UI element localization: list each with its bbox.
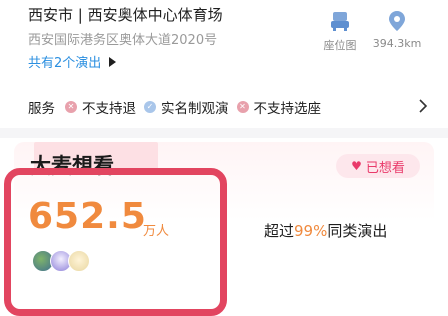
compare-percent: 99%	[294, 222, 328, 240]
want-badge-label: 已想看	[365, 160, 405, 176]
heart-icon: ♥	[351, 159, 362, 173]
x-circle-icon: ✕	[236, 101, 249, 113]
shows-link-label: 共有2个演出	[28, 56, 102, 71]
highlight-box	[4, 168, 227, 316]
location-button[interactable]: 394.3km	[370, 10, 424, 50]
compare-prefix: 超过	[264, 222, 295, 240]
service-item-real-name: ✓ 实名制观演	[144, 97, 229, 117]
play-arrow-icon	[109, 56, 117, 67]
service-item-label: 不支持退	[82, 101, 136, 117]
venue-address: 西安国际港务区奥体大道2020号	[28, 33, 218, 48]
avatar	[68, 250, 90, 272]
compare-suffix: 同类演出	[327, 222, 388, 240]
service-item-no-refund: ✕ 不支持退	[65, 97, 136, 117]
distance-label: 394.3km	[372, 37, 422, 50]
seat-map-icon	[331, 12, 349, 31]
page: 西安市 | 西安奥体中心体育场 西安国际港务区奥体大道2020号 共有2个演出 …	[0, 0, 448, 316]
compare-text: 超过99%同类演出	[264, 220, 387, 241]
check-circle-icon: ✓	[144, 101, 156, 113]
venue-title[interactable]: 西安市 | 西安奥体中心体育场	[28, 4, 223, 25]
chevron-right-icon[interactable]	[418, 99, 428, 113]
service-row[interactable]: 服务 ✕ 不支持退 ✓ 实名制观演 ✕ 不支持选座	[28, 96, 428, 118]
seat-map-label: 座位图	[323, 39, 357, 52]
want-count-unit: 万人	[143, 224, 170, 239]
service-label: 服务	[28, 101, 55, 117]
x-circle-icon: ✕	[65, 101, 77, 113]
service-item-no-seat-selection: ✕ 不支持选座	[236, 97, 322, 117]
avatar-group	[32, 250, 90, 272]
seat-map-button[interactable]: 座位图	[318, 10, 362, 53]
want-badge-button[interactable]: ♥ 已想看	[336, 154, 420, 178]
section-divider	[0, 128, 448, 138]
shows-link[interactable]: 共有2个演出	[28, 52, 117, 71]
want-count-value: 652.5	[28, 196, 147, 237]
service-item-label: 不支持选座	[253, 101, 322, 117]
location-pin-icon	[389, 11, 405, 31]
service-item-label: 实名制观演	[161, 101, 229, 117]
